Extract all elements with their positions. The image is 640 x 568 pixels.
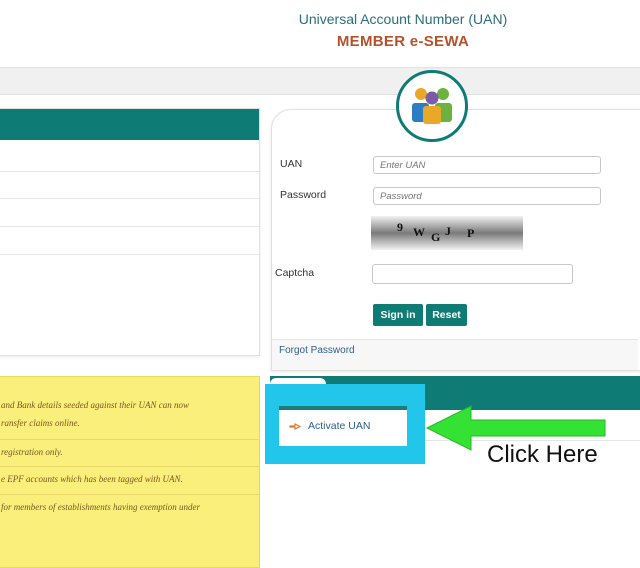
password-input[interactable]	[373, 187, 601, 205]
nav-bar	[0, 67, 640, 95]
forgot-password-link[interactable]: Forgot Password	[279, 345, 355, 356]
activate-uan-label: Activate UAN	[308, 420, 371, 432]
captcha-input[interactable]	[372, 264, 573, 284]
notice-line: and Bank details seeded against their UA…	[1, 400, 189, 410]
click-here-annotation: Click Here	[487, 441, 598, 468]
users-group-icon	[412, 88, 452, 124]
notice-divider	[0, 494, 259, 495]
notice-line: ransfer claims online.	[1, 418, 80, 428]
uan-input[interactable]	[373, 156, 601, 174]
captcha-image: 9 W G J P	[371, 216, 523, 250]
password-label: Password	[280, 189, 327, 201]
header-title: Universal Account Number (UAN)	[298, 11, 508, 27]
left-panel-header	[0, 109, 259, 140]
notice-line: for members of establishments having exe…	[1, 502, 200, 512]
sign-in-button[interactable]: Sign in	[373, 304, 423, 326]
left-panel-divider	[0, 254, 259, 255]
svg-text:W: W	[413, 225, 425, 239]
notice-divider	[0, 466, 259, 467]
left-panel-divider	[0, 171, 259, 172]
left-info-panel	[0, 108, 260, 356]
captcha-label: Captcha	[275, 267, 315, 279]
left-panel-divider	[0, 226, 259, 227]
svg-text:P: P	[467, 226, 474, 240]
highlight-tab-strip	[279, 406, 407, 410]
svg-text:9: 9	[397, 220, 403, 234]
uan-label: UAN	[280, 158, 303, 170]
notice-line: registration only.	[1, 447, 63, 457]
svg-text:G: G	[431, 230, 440, 244]
notice-box: and Bank details seeded against their UA…	[0, 376, 260, 568]
svg-text:J: J	[445, 224, 451, 238]
notice-divider	[0, 439, 259, 440]
hand-pointer-icon	[289, 423, 301, 430]
left-panel-divider	[0, 198, 259, 199]
header-subtitle: MEMBER e-SEWA	[336, 33, 470, 50]
reset-button[interactable]: Reset	[426, 304, 467, 326]
notice-line: e EPF accounts which has been tagged wit…	[1, 474, 183, 484]
avatar	[396, 70, 468, 142]
